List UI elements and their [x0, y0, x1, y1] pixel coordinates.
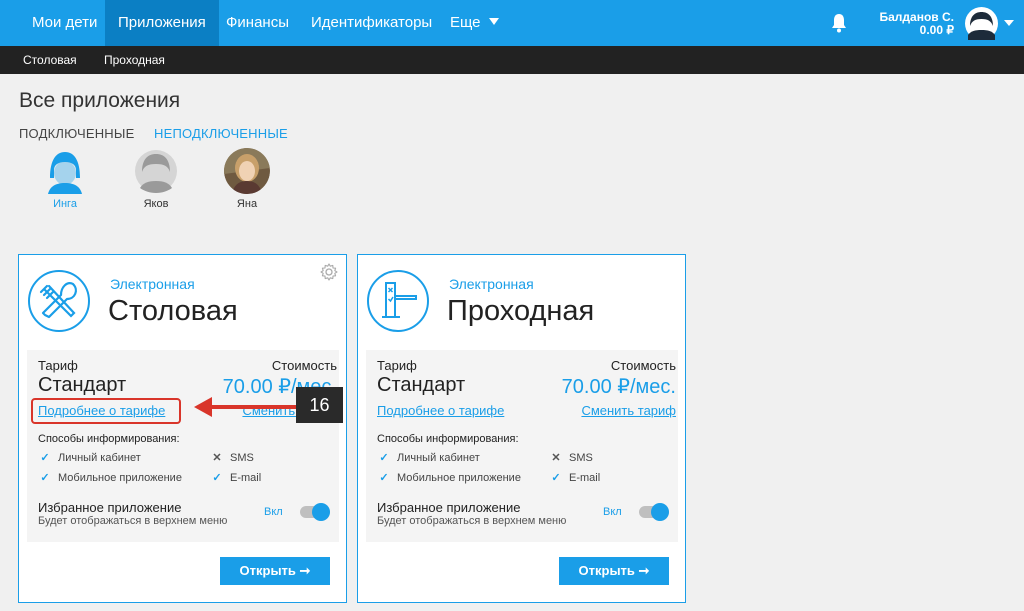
- nav-finance[interactable]: Финансы: [213, 0, 302, 46]
- tariff-details-link[interactable]: Подробнее о тарифе: [377, 403, 504, 418]
- notify-item: ✓ E-mail: [549, 471, 600, 484]
- favorite-description: Будет отображаться в верхнем меню: [377, 515, 567, 527]
- cross-icon: ✕: [212, 452, 222, 464]
- open-button[interactable]: Открыть ➞: [220, 557, 330, 585]
- card-subtitle: Электронная: [449, 276, 534, 292]
- check-icon: ✓: [212, 472, 222, 484]
- notify-methods-title: Способы информирования:: [377, 433, 519, 445]
- notify-item: ✓ Мобильное приложение: [377, 471, 521, 484]
- tariff-label: Тариф: [377, 358, 417, 373]
- nav-my-children[interactable]: Мои дети: [19, 0, 110, 46]
- notify-item: ✕ SMS: [210, 451, 254, 464]
- tariff-name: Стандарт: [377, 374, 466, 396]
- annotation-highlight: [31, 398, 181, 424]
- notify-label: Личный кабинет: [397, 452, 480, 464]
- favorite-toggle[interactable]: [300, 503, 330, 521]
- card-title: Столовая: [108, 295, 238, 327]
- tariff-label: Тариф: [38, 358, 78, 373]
- open-button[interactable]: Открыть ➞: [559, 557, 669, 585]
- user-balance: 0.00 ₽: [919, 23, 954, 37]
- notify-item: ✓ Личный кабинет: [38, 451, 141, 464]
- child-avatar-icon: [48, 152, 82, 194]
- child-photo: [224, 148, 270, 194]
- avatar-icon[interactable]: [965, 7, 998, 40]
- check-icon: ✓: [40, 452, 50, 464]
- cost-label: Стоимость: [610, 358, 676, 373]
- filter-connected[interactable]: ПОДКЛЮЧЕННЫЕ: [19, 126, 134, 141]
- child-name: Яна: [236, 198, 258, 210]
- subnav-turnstile[interactable]: Проходная: [104, 46, 165, 74]
- child-name: Инга: [53, 198, 77, 210]
- open-button-label: Открыть: [239, 563, 296, 578]
- favorite-title: Избранное приложение: [38, 500, 182, 515]
- check-icon: ✓: [379, 472, 389, 484]
- nav-more[interactable]: Еще: [437, 0, 512, 46]
- notify-label: Мобильное приложение: [397, 472, 521, 484]
- open-button-label: Открыть: [578, 563, 635, 578]
- page-title: Все приложения: [19, 89, 181, 112]
- notify-label: SMS: [569, 452, 593, 464]
- user-info[interactable]: Балданов С. 0.00 ₽: [879, 11, 954, 37]
- app-subnav: Столовая Проходная: [0, 46, 1024, 74]
- toggle-label: Вкл: [264, 506, 283, 518]
- tariff-name: Стандарт: [38, 374, 127, 396]
- child-yana[interactable]: Яна: [212, 148, 282, 210]
- nav-identifiers[interactable]: Идентификаторы: [298, 0, 445, 46]
- child-inga[interactable]: Инга: [30, 148, 100, 210]
- app-card-canteen: Электронная Столовая Тариф Стоимость Ста…: [18, 254, 347, 603]
- notify-item: ✓ Личный кабинет: [377, 451, 480, 464]
- favorite-description: Будет отображаться в верхнем меню: [38, 515, 228, 527]
- child-yakov[interactable]: Яков: [121, 148, 191, 210]
- notify-label: E-mail: [569, 472, 601, 484]
- notify-label: SMS: [230, 452, 254, 464]
- notify-label: Мобильное приложение: [58, 472, 182, 484]
- user-menu-chevron-icon[interactable]: [1004, 20, 1014, 26]
- notify-item: ✓ E-mail: [210, 471, 261, 484]
- annotation-step-badge: 16: [296, 387, 343, 423]
- arrow-right-icon: ➞: [299, 563, 311, 578]
- check-icon: ✓: [551, 472, 561, 484]
- check-icon: ✓: [379, 452, 389, 464]
- notify-label: E-mail: [230, 472, 262, 484]
- toggle-knob: [651, 503, 669, 521]
- tariff-price: 70.00 ₽/мес.: [561, 376, 676, 398]
- nav-more-label: Еще: [450, 14, 481, 31]
- cutlery-icon: [28, 270, 90, 332]
- bell-icon[interactable]: [831, 13, 847, 33]
- annotation-arrow-icon: [194, 397, 300, 417]
- turnstile-icon: [367, 270, 429, 332]
- notify-item: ✓ Мобильное приложение: [38, 471, 182, 484]
- app-card-turnstile: Электронная Проходная Тариф Стоимость Ст…: [357, 254, 686, 603]
- notify-item: ✕ SMS: [549, 451, 593, 464]
- card-subtitle: Электронная: [110, 276, 195, 292]
- toggle-knob: [312, 503, 330, 521]
- cost-label: Стоимость: [271, 358, 337, 373]
- arrow-right-icon: ➞: [638, 563, 650, 578]
- card-details: Тариф Стоимость Стандарт 70.00 ₽/мес. По…: [366, 350, 678, 542]
- filter-not-connected[interactable]: НЕПОДКЛЮЧЕННЫЕ: [154, 126, 288, 141]
- nav-applications[interactable]: Приложения: [105, 0, 219, 46]
- favorite-toggle[interactable]: [639, 503, 669, 521]
- cross-icon: ✕: [551, 452, 561, 464]
- subnav-canteen[interactable]: Столовая: [23, 46, 77, 74]
- toggle-label: Вкл: [603, 506, 622, 518]
- child-name: Яков: [143, 198, 169, 210]
- favorite-title: Избранное приложение: [377, 500, 521, 515]
- notify-label: Личный кабинет: [58, 452, 141, 464]
- top-navigation: Мои дети Приложения Финансы Идентификато…: [0, 0, 1024, 46]
- card-title: Проходная: [447, 295, 595, 327]
- change-tariff-link[interactable]: Сменить тариф: [581, 403, 676, 418]
- gear-icon[interactable]: [320, 263, 338, 281]
- notify-methods-title: Способы информирования:: [38, 433, 180, 445]
- chevron-down-icon: [488, 18, 499, 25]
- child-avatar-icon: [135, 150, 177, 193]
- card-details: Тариф Стоимость Стандарт 70.00 ₽/мес. По…: [27, 350, 339, 542]
- check-icon: ✓: [40, 472, 50, 484]
